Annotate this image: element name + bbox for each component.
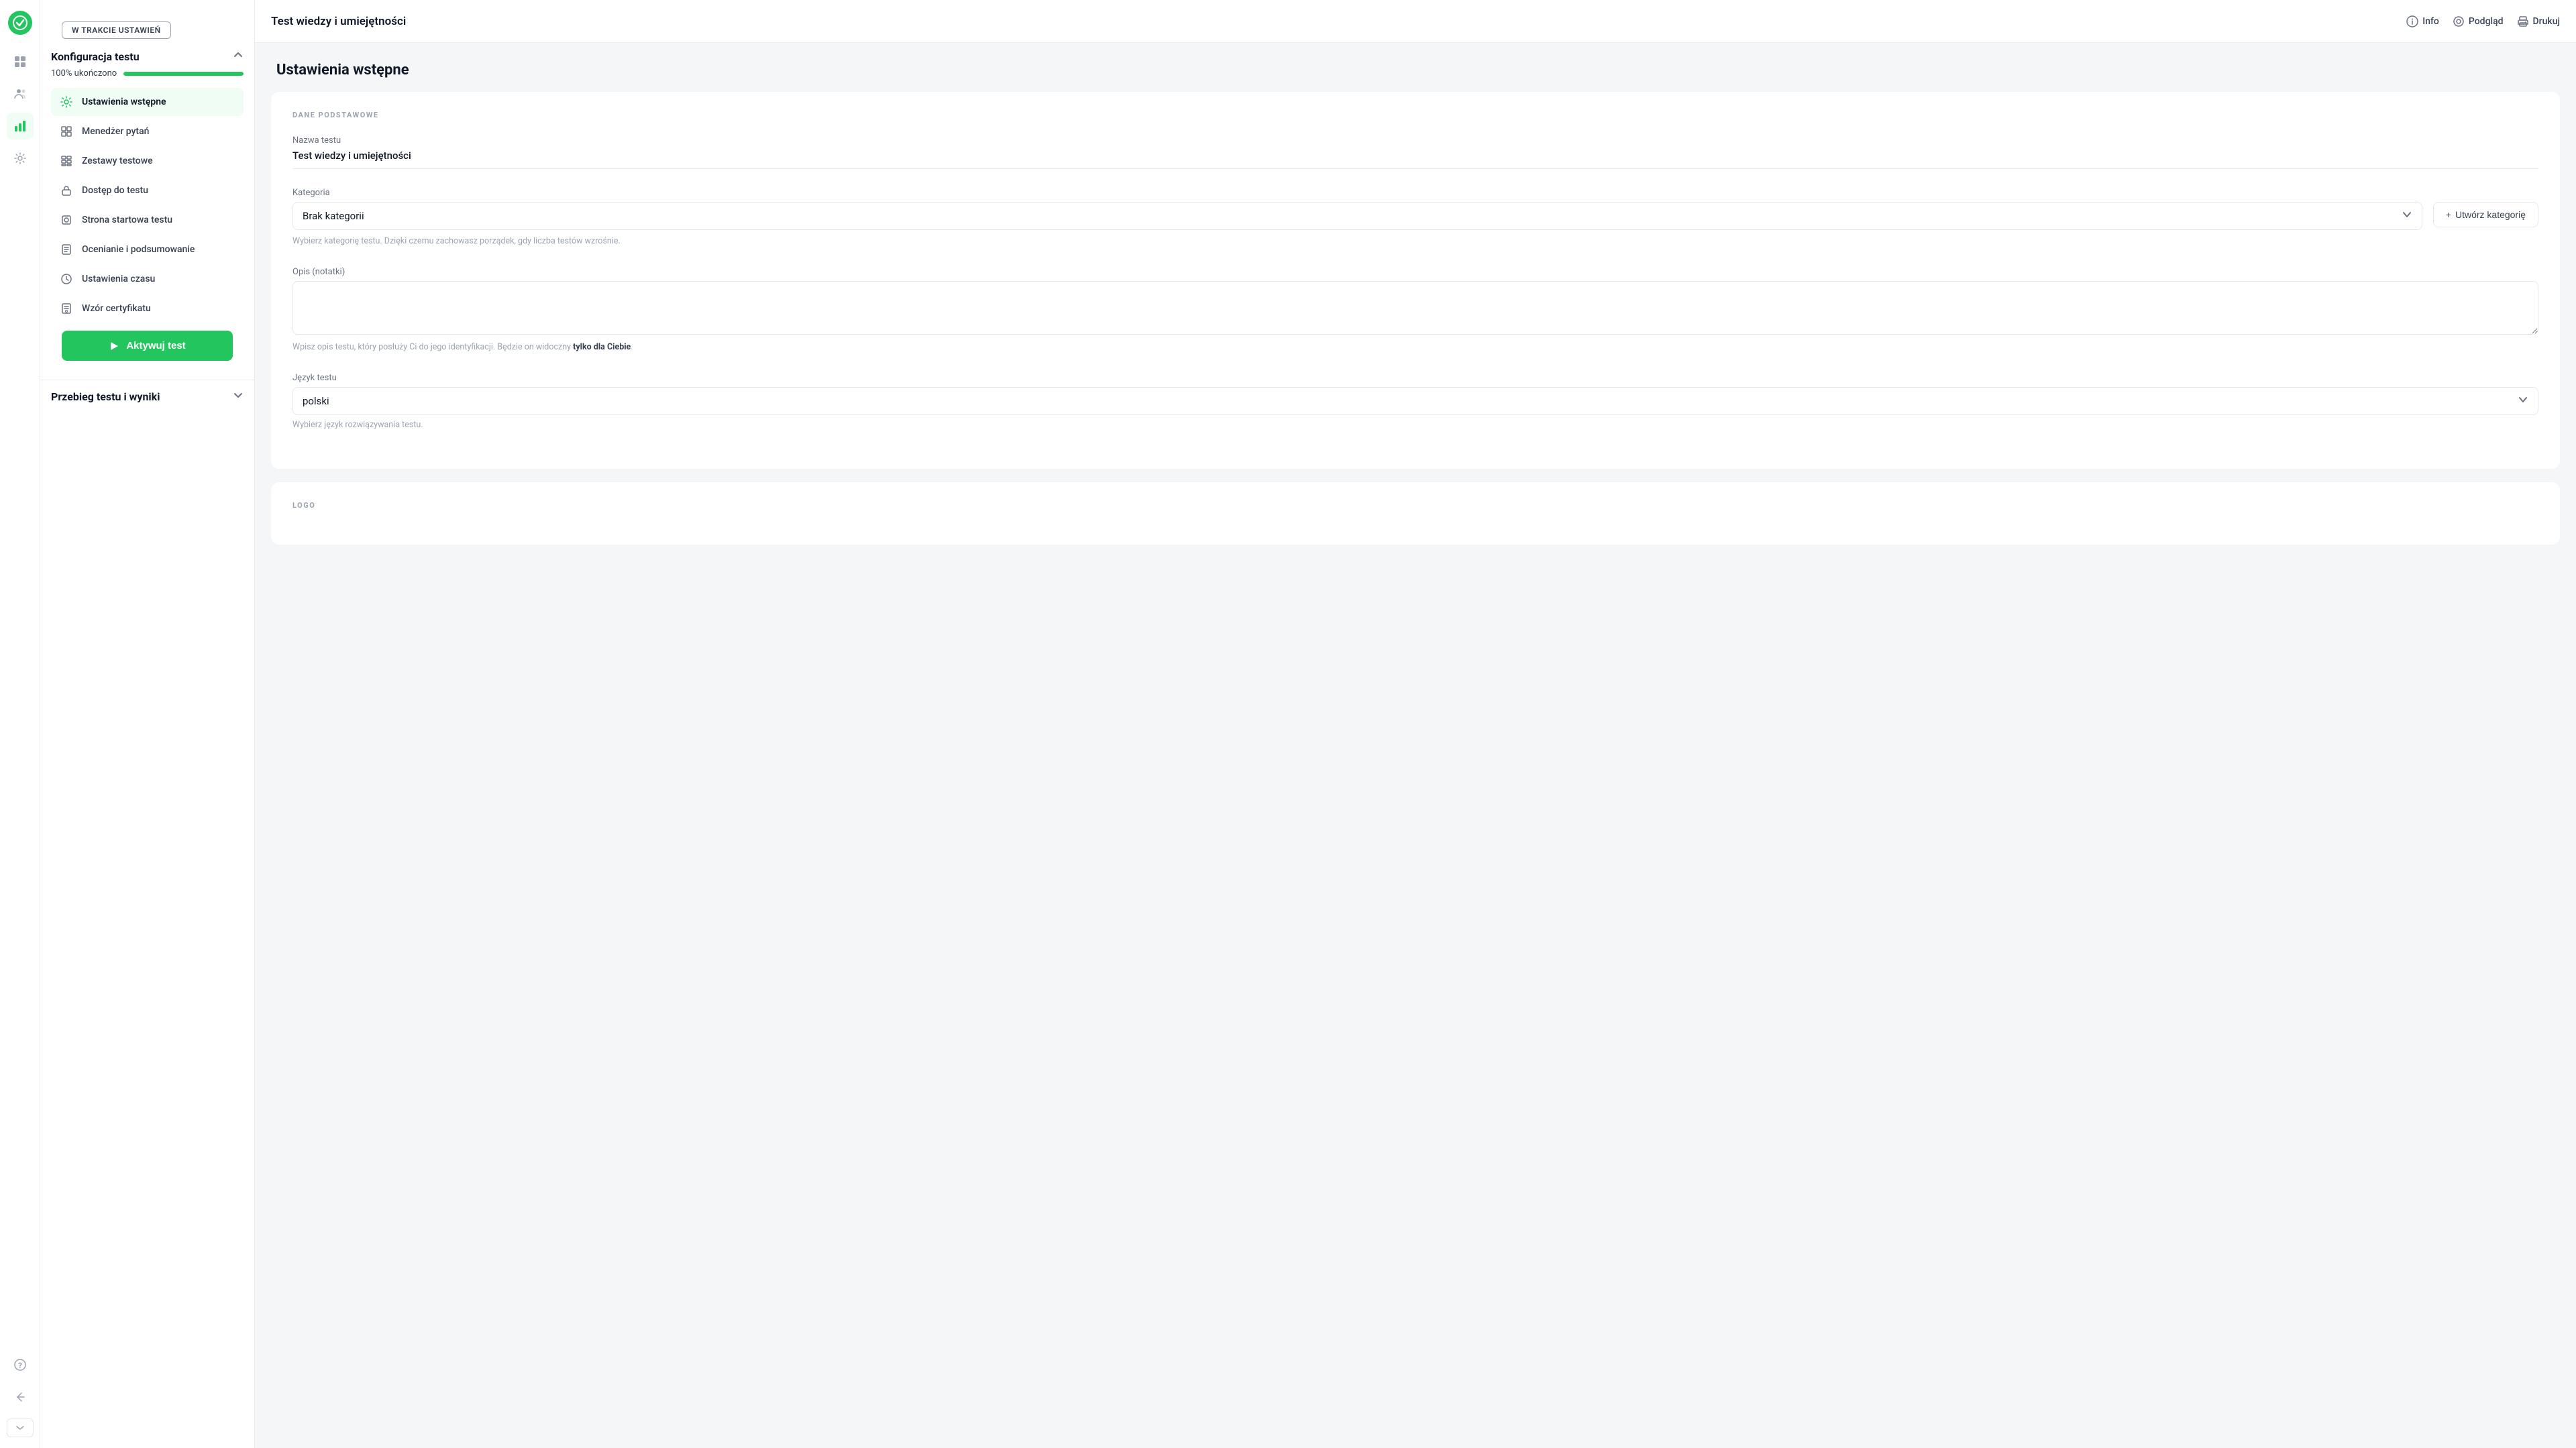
main-content: Test wiedzy i umiejętności Info Podgląd — [255, 0, 2576, 1448]
create-category-plus-icon: + — [2446, 209, 2451, 220]
config-header: Konfiguracja testu — [51, 50, 244, 63]
page-title: Test wiedzy i umiejętności — [271, 15, 406, 28]
opis-textarea[interactable] — [292, 281, 2538, 335]
sidebar-bottom: ? — [7, 1351, 34, 1437]
nav-item-zestawy-testowe[interactable]: Zestawy testowe — [51, 147, 244, 175]
nav-item-dostep[interactable]: Dostęp do testu — [51, 176, 244, 205]
progress-label: 100% ukończono — [51, 68, 117, 78]
dane-podstawowe-card: DANE PODSTAWOWE Nazwa testu Test wiedzy … — [271, 92, 2560, 469]
sidebar-icon-analytics[interactable] — [7, 113, 34, 140]
nav-icon-zestawy — [59, 154, 74, 168]
label-jezyk: Język testu — [292, 373, 2538, 383]
nav-icon-strona — [59, 213, 74, 227]
language-hint: Wybierz język rozwiązywania testu. — [292, 419, 2538, 432]
activate-test-button[interactable]: Aktywuj test — [62, 331, 233, 361]
create-category-button[interactable]: + Utwórz kategorię — [2433, 202, 2538, 227]
nav-icon-dostep — [59, 183, 74, 198]
category-chevron-icon — [2402, 209, 2412, 223]
results-section: Przebieg testu i wyniki — [40, 380, 254, 408]
label-opis: Opis (notatki) — [292, 267, 2538, 277]
nav-label-strona: Strona startowa testu — [82, 215, 172, 225]
section-label-logo: LOGO — [292, 501, 2538, 510]
nav-item-ustawienia-wstepne[interactable]: Ustawienia wstępne — [51, 88, 244, 116]
nav-icon-ustawienia — [59, 95, 74, 109]
page-heading: Ustawienia wstępne — [255, 43, 2576, 92]
opis-hint-before: Wpisz opis testu, który posłuży Ci do je… — [292, 342, 573, 352]
progress-bar-background — [123, 72, 244, 76]
language-value: polski — [303, 395, 329, 407]
nav-label-dostep: Dostęp do testu — [82, 185, 148, 196]
label-nazwa-testu: Nazwa testu — [292, 135, 2538, 146]
logo-card: LOGO — [271, 482, 2560, 545]
field-opis: Opis (notatki) Wpisz opis testu, który p… — [292, 267, 2538, 354]
nav-label-menedzer: Menedżer pytań — [82, 126, 149, 137]
config-section: Konfiguracja testu 100% ukończono — [40, 39, 254, 380]
nav-item-czas[interactable]: Ustawienia czasu — [51, 265, 244, 293]
preview-button[interactable]: Podgląd — [2453, 15, 2504, 27]
language-select[interactable]: polski — [292, 387, 2538, 415]
nav-icon-menedzer — [59, 124, 74, 139]
opis-hint-after: . — [631, 342, 633, 352]
results-chevron-icon[interactable] — [233, 390, 244, 403]
icon-sidebar: ? — [0, 0, 40, 1448]
sidebar-expand-button[interactable] — [7, 1418, 34, 1437]
app-logo[interactable] — [8, 11, 32, 35]
opis-hint-bold: tylko dla Ciebie — [573, 342, 631, 352]
top-bar-actions: Info Podgląd Drukuj — [2406, 15, 2560, 27]
top-bar: Test wiedzy i umiejętności Info Podgląd — [255, 0, 2576, 43]
nav-item-certyfikat[interactable]: Wzór certyfikatu — [51, 294, 244, 323]
section-label-dane: DANE PODSTAWOWE — [292, 111, 2538, 119]
config-title: Konfiguracja testu — [51, 50, 140, 63]
category-select-wrapper: Brak kategorii — [292, 202, 2422, 230]
sidebar-icon-back[interactable] — [7, 1384, 34, 1410]
nav-label-zestawy: Zestawy testowe — [82, 156, 153, 166]
nav-label-ocenianie: Ocenianie i podsumowanie — [82, 244, 195, 255]
config-collapse-icon[interactable] — [233, 50, 244, 63]
nav-label-czas: Ustawienia czasu — [82, 274, 155, 284]
progress-bar-fill — [123, 72, 244, 76]
field-jezyk: Język testu polski Wybierz język rozwiąz… — [292, 373, 2538, 432]
preview-label: Podgląd — [2469, 16, 2504, 27]
create-category-label: Utwórz kategorię — [2455, 209, 2526, 220]
nav-item-menedzer-pytan[interactable]: Menedżer pytań — [51, 117, 244, 146]
category-hint: Wybierz kategorię testu. Dzięki czemu za… — [292, 235, 2538, 248]
sidebar-icon-dashboard[interactable] — [7, 48, 34, 75]
category-row: Brak kategorii + Utwórz kategorię — [292, 202, 2538, 230]
nav-icon-ocenianie — [59, 242, 74, 257]
nav-label-ustawienia: Ustawienia wstępne — [82, 97, 166, 107]
progress-row: 100% ukończono — [51, 68, 244, 78]
left-panel: W TRAKCIE USTAWIEŃ Konfiguracja testu 10… — [40, 0, 255, 1448]
category-value: Brak kategorii — [303, 210, 364, 222]
category-select[interactable]: Brak kategorii — [292, 202, 2422, 230]
info-button[interactable]: Info — [2406, 15, 2439, 27]
nav-items-list: Ustawienia wstępne Menedżer pytań — [51, 88, 244, 323]
language-chevron-icon — [2518, 394, 2528, 408]
status-badge: W TRAKCIE USTAWIEŃ — [62, 21, 171, 39]
print-button[interactable]: Drukuj — [2517, 15, 2560, 27]
nav-icon-certyfikat — [59, 301, 74, 316]
nav-label-certyfikat: Wzór certyfikatu — [82, 303, 151, 314]
language-select-wrapper: polski — [292, 387, 2538, 415]
sidebar-icon-users[interactable] — [7, 80, 34, 107]
sidebar-icon-settings[interactable] — [7, 145, 34, 172]
info-label: Info — [2422, 16, 2439, 27]
value-nazwa-testu: Test wiedzy i umiejętności — [292, 150, 2538, 169]
label-kategoria: Kategoria — [292, 188, 2538, 198]
content-area: Ustawienia wstępne DANE PODSTAWOWE Nazwa… — [255, 43, 2576, 1448]
svg-text:?: ? — [18, 1361, 22, 1370]
results-title: Przebieg testu i wyniki — [51, 390, 160, 403]
print-icon — [2517, 15, 2529, 27]
print-label: Drukuj — [2533, 16, 2560, 27]
opis-hint: Wpisz opis testu, który posłuży Ci do je… — [292, 341, 2538, 354]
info-icon — [2406, 15, 2418, 27]
sidebar-icon-help[interactable]: ? — [7, 1351, 34, 1378]
field-kategoria: Kategoria Brak kategorii — [292, 188, 2538, 248]
activate-btn-label: Aktywuj test — [126, 340, 185, 351]
field-nazwa-testu: Nazwa testu Test wiedzy i umiejętności — [292, 135, 2538, 169]
nav-item-strona-startowa[interactable]: Strona startowa testu — [51, 206, 244, 234]
nav-icon-czas — [59, 272, 74, 286]
preview-icon — [2453, 15, 2465, 27]
nav-item-ocenianie[interactable]: Ocenianie i podsumowanie — [51, 235, 244, 264]
